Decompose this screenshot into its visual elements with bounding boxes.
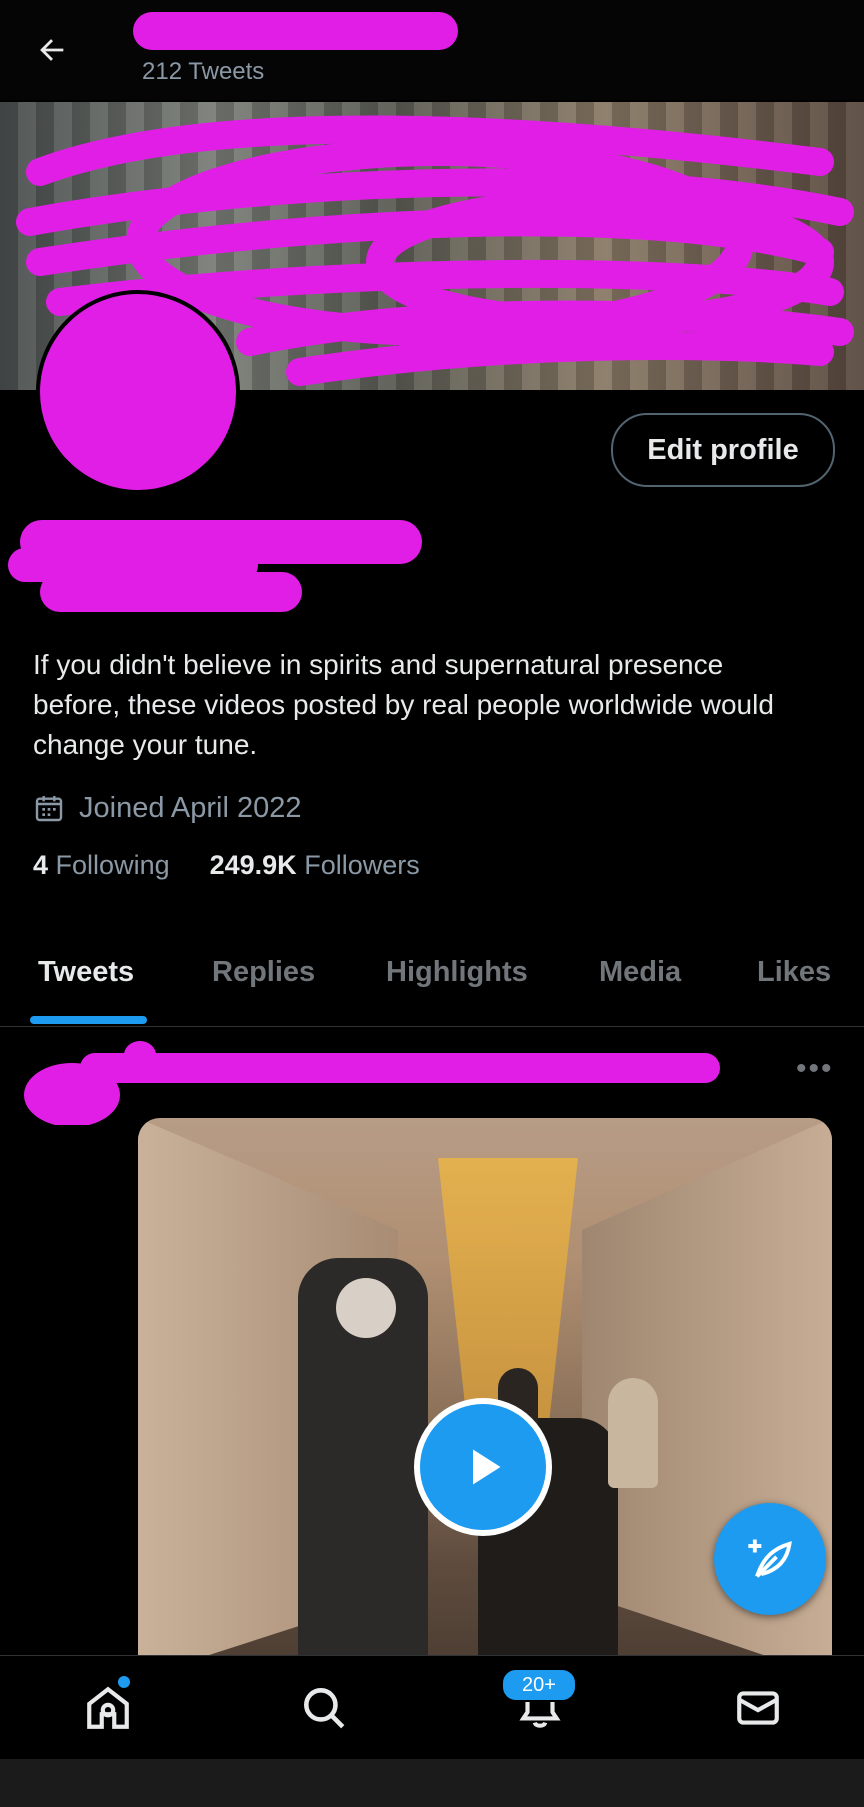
- redacted-handle: [40, 572, 302, 612]
- calendar-icon: [35, 796, 63, 822]
- profile-bio: If you didn't believe in spirits and sup…: [33, 649, 774, 760]
- edit-profile-button[interactable]: Edit profile: [611, 413, 835, 487]
- redacted-display-name: [133, 12, 458, 50]
- play-icon: [473, 1449, 501, 1485]
- home-icon: [87, 1686, 129, 1729]
- joined-date: Joined April 2022: [33, 788, 302, 828]
- profile-tabs: Tweets Replies Highlights Media Likes: [0, 940, 864, 1027]
- nav-home[interactable]: [80, 1680, 136, 1736]
- back-button[interactable]: [30, 28, 74, 72]
- top-header: 212 Tweets: [0, 0, 864, 100]
- joined-text: Joined April 2022: [79, 791, 302, 824]
- home-notification-dot: [118, 1676, 130, 1688]
- nav-messages[interactable]: [730, 1680, 786, 1736]
- tab-media[interactable]: Media: [599, 956, 681, 989]
- video-figure-face: [336, 1278, 396, 1338]
- video-figure-4: [608, 1378, 658, 1488]
- compose-tweet-button[interactable]: [714, 1503, 826, 1615]
- followers-link[interactable]: 249.9K Followers: [210, 850, 420, 881]
- mail-icon: [737, 1691, 779, 1725]
- following-link[interactable]: 4 Following: [33, 850, 170, 881]
- system-navigation-bar: [0, 1759, 864, 1807]
- notifications-badge: 20+: [501, 1668, 577, 1702]
- bottom-nav: 20+: [0, 1655, 864, 1760]
- active-tab-indicator: [30, 1016, 147, 1024]
- profile-avatar[interactable]: [36, 290, 240, 494]
- tab-highlights[interactable]: Highlights: [386, 956, 528, 989]
- feather-plus-icon: [748, 1539, 792, 1578]
- play-button[interactable]: [414, 1398, 552, 1536]
- follow-stats: 4 Following 249.9K Followers: [33, 850, 420, 881]
- search-icon: [304, 1688, 345, 1729]
- tweet-more-button[interactable]: •••: [796, 1052, 834, 1086]
- tab-tweets[interactable]: Tweets: [38, 956, 134, 989]
- redacted-tweet-author: [24, 1041, 720, 1125]
- tab-likes[interactable]: Likes: [757, 956, 831, 989]
- nav-search[interactable]: [296, 1680, 352, 1736]
- back-arrow-icon: [40, 39, 64, 61]
- tab-replies[interactable]: Replies: [212, 956, 315, 989]
- tweet-count: 212 Tweets: [142, 58, 265, 85]
